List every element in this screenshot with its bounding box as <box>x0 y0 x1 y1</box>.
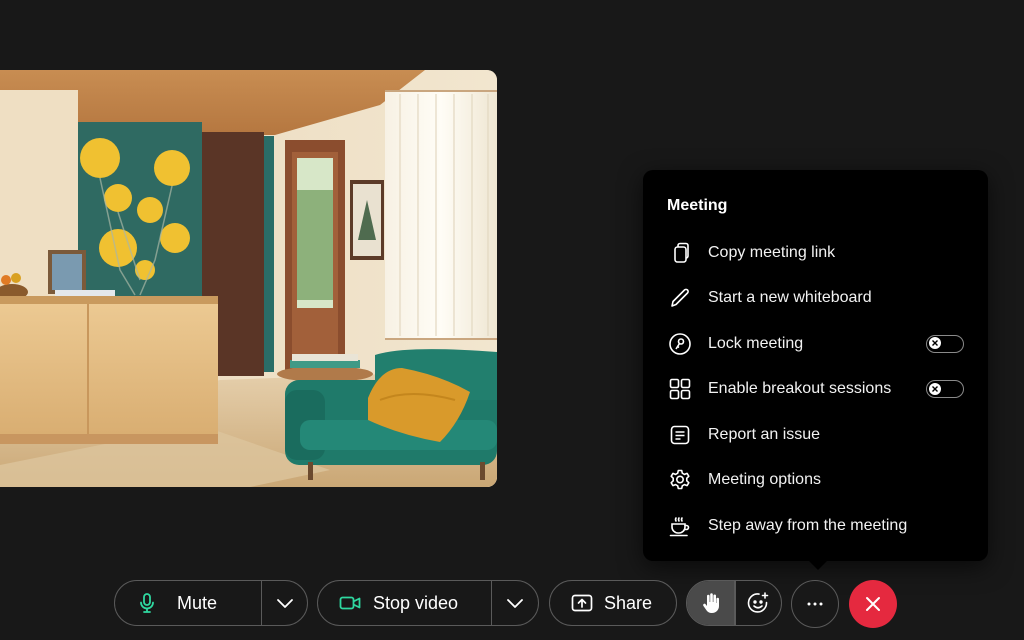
meeting-menu: Meeting Copy meeting link Start a new wh… <box>643 170 988 570</box>
coffee-cup-icon <box>667 513 693 539</box>
lock-icon <box>667 331 693 357</box>
emoji-add-icon <box>746 591 770 615</box>
menu-item-breakout-sessions[interactable]: Enable breakout sessions <box>667 367 964 413</box>
participant-video[interactable] <box>0 70 497 487</box>
toggle-off-x-icon <box>929 337 941 350</box>
pencil-icon <box>667 285 693 311</box>
raise-hand-button[interactable] <box>687 581 735 625</box>
menu-item-lock-meeting[interactable]: Lock meeting <box>667 321 964 367</box>
more-horizontal-icon <box>806 602 824 606</box>
menu-item-copy-meeting-link[interactable]: Copy meeting link <box>667 230 964 276</box>
share-button-content: Share <box>550 581 676 625</box>
video-feed-image <box>0 70 497 487</box>
menu-item-meeting-options[interactable]: Meeting options <box>667 458 964 504</box>
raise-hand-icon <box>702 592 720 614</box>
stop-video-label: Stop video <box>373 592 459 613</box>
close-icon <box>864 595 882 613</box>
menu-item-label: Report an issue <box>708 425 821 443</box>
stop-video-button[interactable]: Stop video <box>318 581 491 625</box>
audio-options-dropdown[interactable] <box>262 581 307 625</box>
end-call-button[interactable] <box>849 580 897 628</box>
menu-title: Meeting <box>667 197 728 214</box>
lock-meeting-toggle[interactable] <box>926 334 964 353</box>
menu-item-label: Start a new whiteboard <box>708 289 872 307</box>
chevron-down-icon <box>276 597 294 609</box>
report-icon <box>667 422 693 448</box>
video-options-dropdown[interactable] <box>492 581 538 625</box>
gear-icon <box>667 467 693 493</box>
menu-item-label: Copy meeting link <box>708 243 836 261</box>
share-label: Share <box>604 592 653 613</box>
hand-reactions-control <box>686 580 782 626</box>
breakout-sessions-toggle[interactable] <box>926 380 964 399</box>
video-control: Stop video <box>317 580 539 626</box>
menu-item-label: Enable breakout sessions <box>708 380 892 398</box>
menu-item-step-away[interactable]: Step away from the meeting <box>667 503 964 549</box>
menu-item-label: Lock meeting <box>708 334 804 352</box>
menu-item-report-issue[interactable]: Report an issue <box>667 412 964 458</box>
chevron-down-icon <box>506 597 524 609</box>
more-options-button[interactable] <box>791 580 839 628</box>
reactions-button[interactable] <box>736 581 781 625</box>
menu-item-label: Step away from the meeting <box>708 516 908 534</box>
menu-item-label: Meeting options <box>708 471 821 489</box>
share-screen-icon <box>571 594 593 612</box>
mute-label: Mute <box>177 592 218 613</box>
mute-control: Mute <box>114 580 308 626</box>
share-button[interactable]: Share <box>549 580 677 626</box>
meeting-window: Meeting Copy meeting link Start a new wh… <box>0 0 1024 640</box>
breakout-grid-icon <box>667 376 693 402</box>
copy-icon <box>667 240 693 266</box>
meeting-controls-bar: Mute Stop video Share <box>0 580 1024 628</box>
microphone-icon <box>137 592 157 614</box>
video-camera-icon <box>339 594 361 612</box>
toggle-off-x-icon <box>929 382 941 395</box>
mute-button[interactable]: Mute <box>115 581 261 625</box>
menu-item-start-whiteboard[interactable]: Start a new whiteboard <box>667 276 964 322</box>
